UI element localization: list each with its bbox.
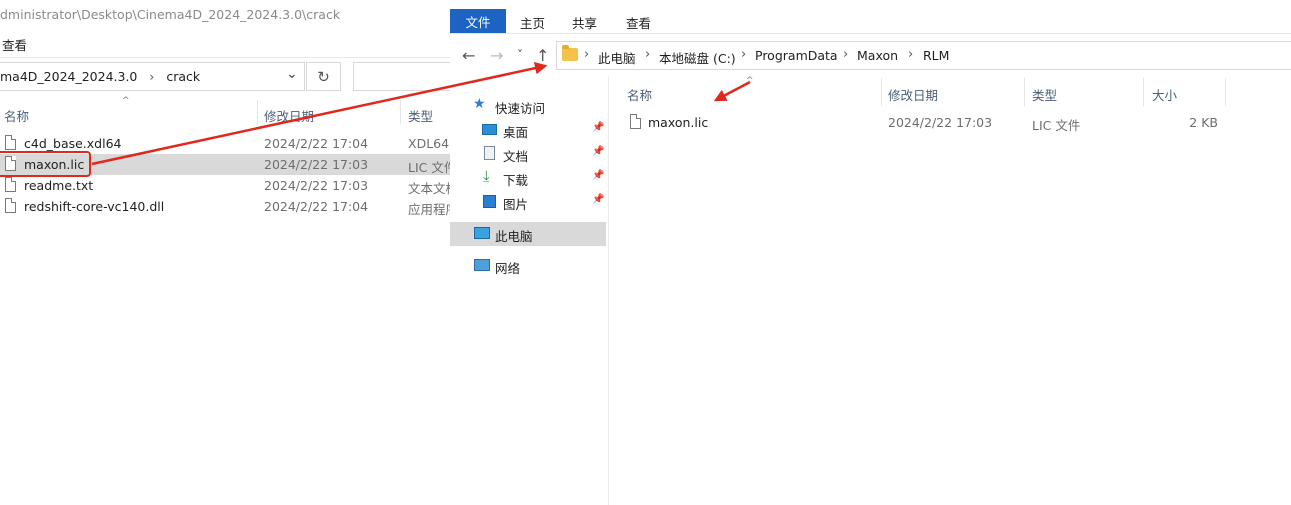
- column-header-date[interactable]: 修改日期: [888, 85, 938, 104]
- file-name: maxon.lic: [648, 115, 709, 130]
- pin-icon[interactable]: 📌: [592, 146, 604, 157]
- file-row[interactable]: redshift-core-vc140.dll 2024/2/22 17:04 …: [0, 196, 450, 217]
- column-header-date[interactable]: 修改日期: [264, 106, 314, 125]
- text-file-icon: [5, 177, 16, 192]
- file-icon: [630, 114, 641, 129]
- file-name: redshift-core-vc140.dll: [24, 199, 165, 214]
- file-type: LIC 文件: [1032, 118, 1081, 133]
- breadcrumb-maxon[interactable]: Maxon: [857, 48, 898, 63]
- forward-arrow-icon[interactable]: →: [490, 46, 503, 65]
- breadcrumb-rlm[interactable]: RLM: [923, 48, 949, 63]
- nav-item-network[interactable]: 网络: [450, 254, 606, 278]
- view-menu[interactable]: 查看: [2, 35, 27, 54]
- breadcrumb-separator[interactable]: ›: [843, 47, 848, 62]
- ribbon-divider: [450, 33, 1291, 34]
- column-divider[interactable]: [400, 100, 401, 124]
- file-row[interactable]: readme.txt 2024/2/22 17:03 文本文档: [0, 175, 450, 196]
- pin-icon[interactable]: 📌: [592, 170, 604, 181]
- dll-file-icon: [5, 198, 16, 213]
- column-header-name[interactable]: 名称: [4, 106, 29, 125]
- ribbon-tab-share[interactable]: 共享: [572, 13, 597, 32]
- column-header-name[interactable]: 名称: [627, 85, 652, 104]
- column-divider[interactable]: [881, 78, 882, 106]
- nav-label: 下载: [503, 173, 529, 188]
- right-explorer-window: 文件 主页 共享 查看 ← → ˅ ↑ › 此电脑 › 本地磁盘 (C:) › …: [450, 0, 1291, 505]
- documents-icon: [484, 146, 495, 160]
- nav-item-this-pc[interactable]: 此电脑: [450, 222, 606, 246]
- nav-item-quick-access[interactable]: ★ 快速访问: [450, 94, 606, 118]
- window-title-path: dministrator\Desktop\Cinema4D_2024_2024.…: [0, 7, 341, 22]
- address-breadcrumb[interactable]: ma4D_2024_2024.3.0 › crack: [0, 69, 200, 84]
- file-date: 2024/2/22 17:04: [264, 136, 369, 151]
- pin-icon[interactable]: 📌: [592, 122, 604, 133]
- nav-item-pictures[interactable]: 图片 📌: [450, 190, 606, 214]
- nav-label: 文档: [503, 149, 529, 164]
- nav-item-downloads[interactable]: ⤓ 下载 📌: [450, 166, 606, 190]
- sort-caret-icon: ^: [746, 76, 754, 86]
- column-divider[interactable]: [1143, 78, 1144, 106]
- download-icon: ⤓: [483, 167, 490, 185]
- column-divider[interactable]: [257, 100, 258, 124]
- file-type: LIC 文件: [408, 160, 450, 175]
- file-type: XDL64: [408, 136, 450, 151]
- breadcrumb-local-disk[interactable]: 本地磁盘 (C:): [659, 48, 736, 67]
- pin-icon[interactable]: 📌: [592, 194, 604, 205]
- nav-item-desktop[interactable]: 桌面 📌: [450, 118, 606, 142]
- column-divider[interactable]: [1225, 78, 1226, 106]
- pictures-icon: [483, 195, 496, 208]
- search-input[interactable]: [353, 62, 450, 91]
- file-size: 2 KB: [1189, 115, 1218, 130]
- file-name: c4d_base.xdl64: [24, 136, 122, 151]
- file-date: 2024/2/22 17:03: [264, 178, 369, 193]
- column-header-size[interactable]: 大小: [1152, 85, 1177, 104]
- breadcrumb-separator[interactable]: ›: [645, 47, 650, 62]
- ribbon-divider: [0, 57, 450, 58]
- column-header-type[interactable]: 类型: [408, 106, 433, 125]
- desktop-icon: [482, 124, 497, 135]
- left-explorer-window: dministrator\Desktop\Cinema4D_2024_2024.…: [0, 0, 450, 505]
- breadcrumb-separator[interactable]: ›: [584, 47, 589, 62]
- file-name: readme.txt: [24, 178, 94, 193]
- folder-icon: [562, 45, 578, 61]
- highlight-box: [0, 151, 91, 177]
- nav-label: 此电脑: [495, 229, 533, 244]
- breadcrumb-separator: ›: [149, 69, 155, 84]
- refresh-icon[interactable]: ↻: [306, 62, 341, 91]
- nav-label: 桌面: [503, 125, 529, 140]
- breadcrumb-separator[interactable]: ›: [741, 47, 746, 62]
- column-divider[interactable]: [1024, 78, 1025, 106]
- network-icon: [474, 259, 490, 271]
- file-date: 2024/2/22 17:03: [264, 157, 369, 172]
- breadcrumb-this-pc[interactable]: 此电脑: [598, 48, 636, 67]
- up-arrow-icon[interactable]: ↑: [536, 46, 549, 65]
- file-icon: [5, 135, 16, 150]
- ribbon-tab-home[interactable]: 主页: [520, 13, 545, 32]
- computer-icon: [474, 227, 490, 239]
- nav-item-documents[interactable]: 文档 📌: [450, 142, 606, 166]
- file-type: 应用程序扩展: [408, 202, 450, 217]
- nav-label: 快速访问: [495, 101, 546, 116]
- nav-label: 网络: [495, 261, 521, 276]
- ribbon-tab-view[interactable]: 查看: [626, 13, 651, 32]
- sort-caret-icon: ^: [122, 96, 130, 106]
- breadcrumb-programdata[interactable]: ProgramData: [755, 48, 838, 63]
- recent-locations-icon[interactable]: ˅: [517, 48, 523, 62]
- breadcrumb-folder-crack[interactable]: crack: [166, 69, 200, 84]
- ribbon-tab-file[interactable]: 文件: [450, 9, 506, 33]
- breadcrumb-separator[interactable]: ›: [908, 47, 913, 62]
- file-row[interactable]: maxon.lic 2024/2/22 17:03 LIC 文件 2 KB: [620, 110, 1230, 134]
- breadcrumb-folder-cinema4d[interactable]: ma4D_2024_2024.3.0: [0, 69, 137, 84]
- back-arrow-icon[interactable]: ←: [462, 46, 475, 65]
- navigation-pane: ★ 快速访问 桌面 📌 文档 📌 ⤓ 下载 📌 图片 📌 此电脑 网络: [450, 76, 608, 505]
- file-date: 2024/2/22 17:03: [888, 115, 993, 130]
- nav-label: 图片: [503, 197, 529, 212]
- star-icon: ★: [473, 96, 486, 112]
- chevron-down-icon[interactable]: ⌄: [286, 66, 298, 82]
- pane-divider[interactable]: [608, 76, 609, 505]
- column-header-type[interactable]: 类型: [1032, 85, 1057, 104]
- file-date: 2024/2/22 17:04: [264, 199, 369, 214]
- file-type: 文本文档: [408, 181, 450, 196]
